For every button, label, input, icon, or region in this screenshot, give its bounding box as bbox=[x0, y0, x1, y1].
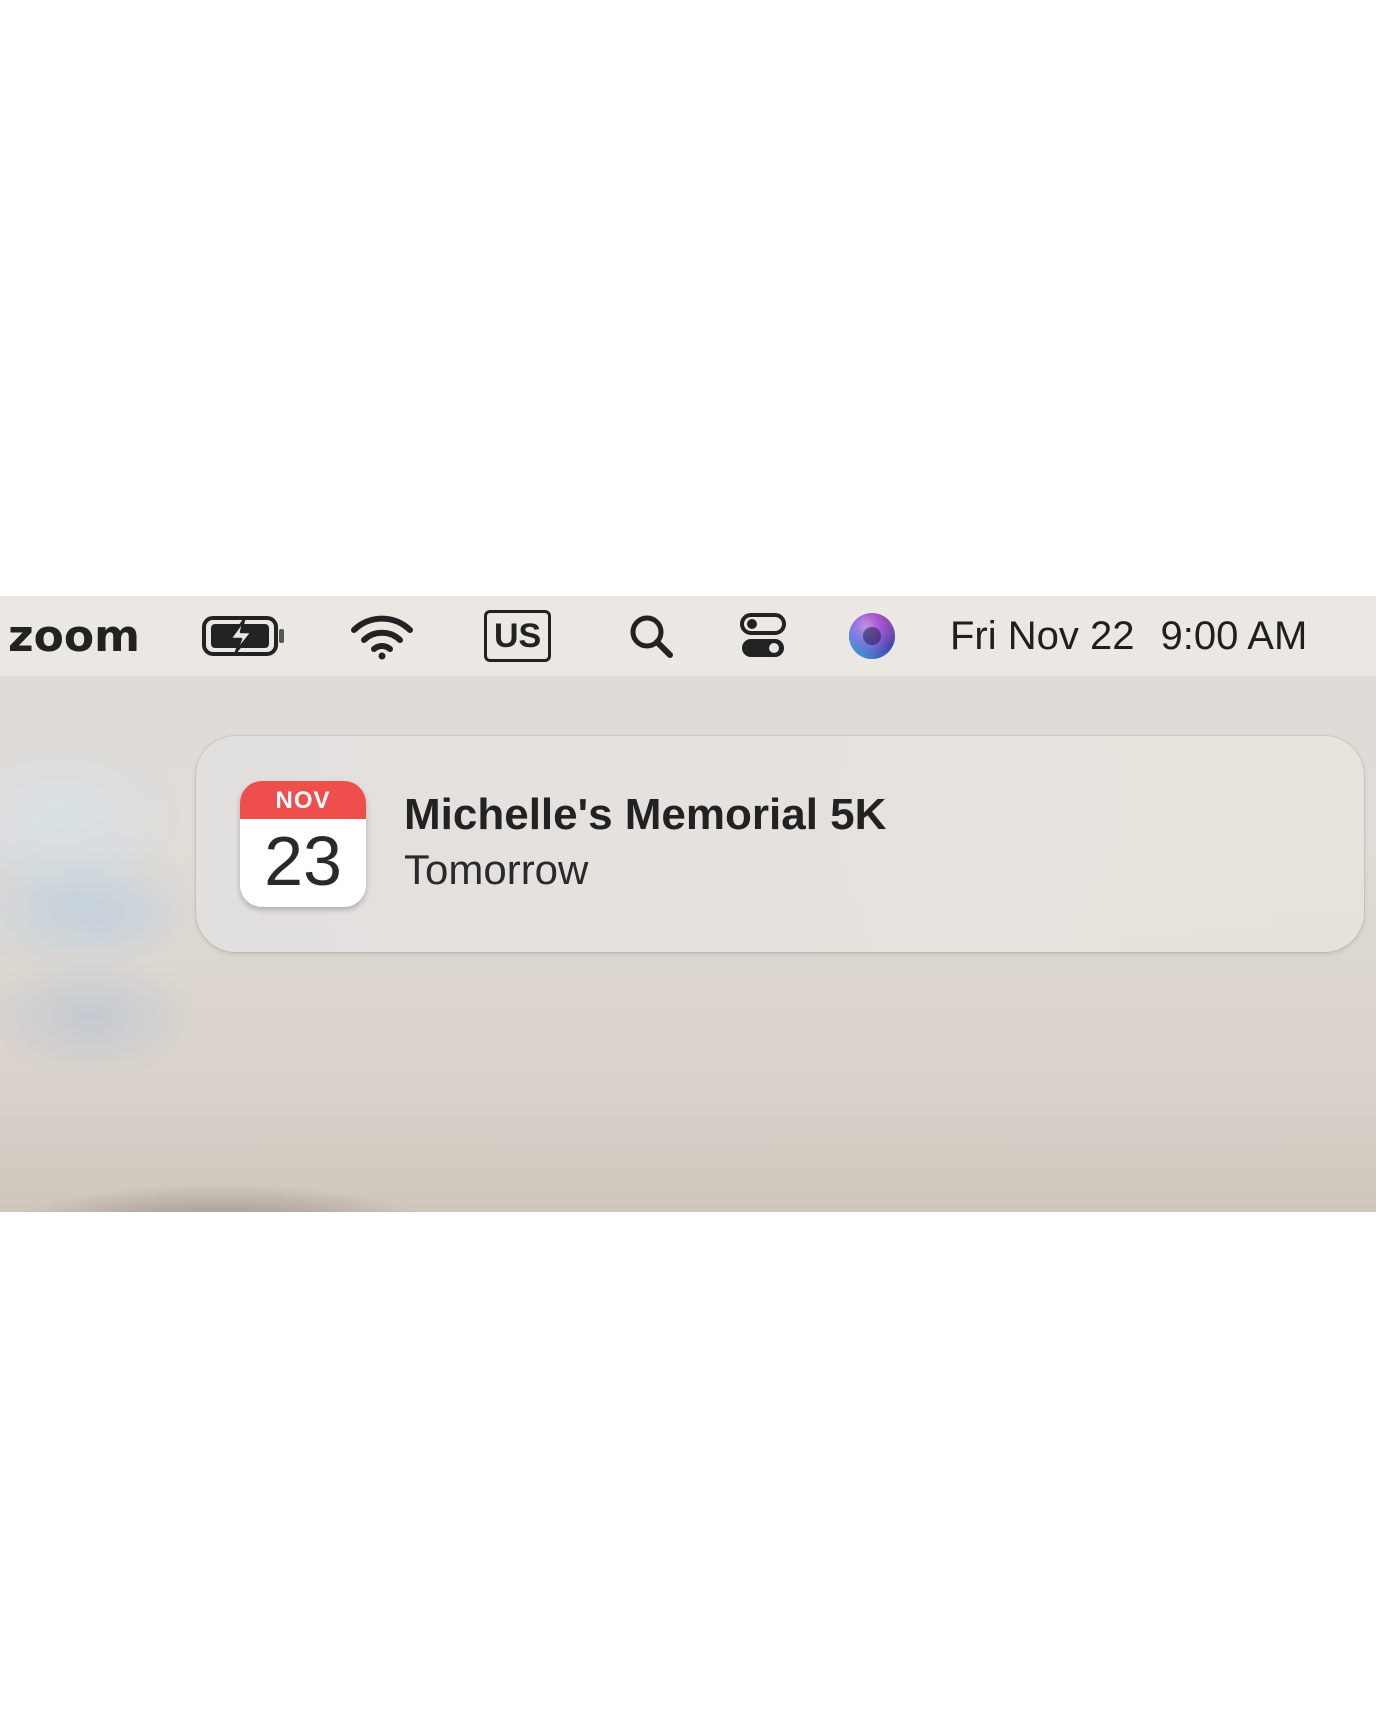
clock-date: Fri Nov 22 bbox=[950, 613, 1135, 658]
battery-charging-icon[interactable] bbox=[200, 596, 290, 676]
desktop-screen: zoom US Fri Nov 22 9:00 AM NOV 23 Michel… bbox=[0, 596, 1376, 1212]
wifi-icon[interactable] bbox=[350, 596, 414, 676]
calendar-app-icon: NOV 23 bbox=[240, 781, 366, 907]
input-source-menu[interactable]: US bbox=[484, 596, 552, 676]
clock-time: 9:00 AM bbox=[1160, 613, 1308, 658]
calendar-icon-day: 23 bbox=[264, 822, 342, 900]
siri-icon[interactable] bbox=[847, 596, 897, 676]
control-center-icon[interactable] bbox=[738, 596, 788, 676]
notification-subtitle: Tomorrow bbox=[404, 846, 589, 893]
calendar-icon-month: NOV bbox=[240, 781, 366, 819]
input-source-label: US bbox=[484, 610, 552, 662]
menu-bar-clock[interactable]: Fri Nov 22 9:00 AM bbox=[950, 596, 1307, 676]
search-icon[interactable] bbox=[626, 596, 676, 676]
calendar-notification[interactable]: NOV 23 Michelle's Memorial 5K Tomorrow bbox=[196, 736, 1364, 952]
zoom-menu-extra[interactable]: zoom bbox=[8, 596, 140, 676]
menu-bar: zoom US Fri Nov 22 9:00 AM bbox=[0, 596, 1376, 676]
notification-title: Michelle's Memorial 5K bbox=[404, 790, 887, 839]
